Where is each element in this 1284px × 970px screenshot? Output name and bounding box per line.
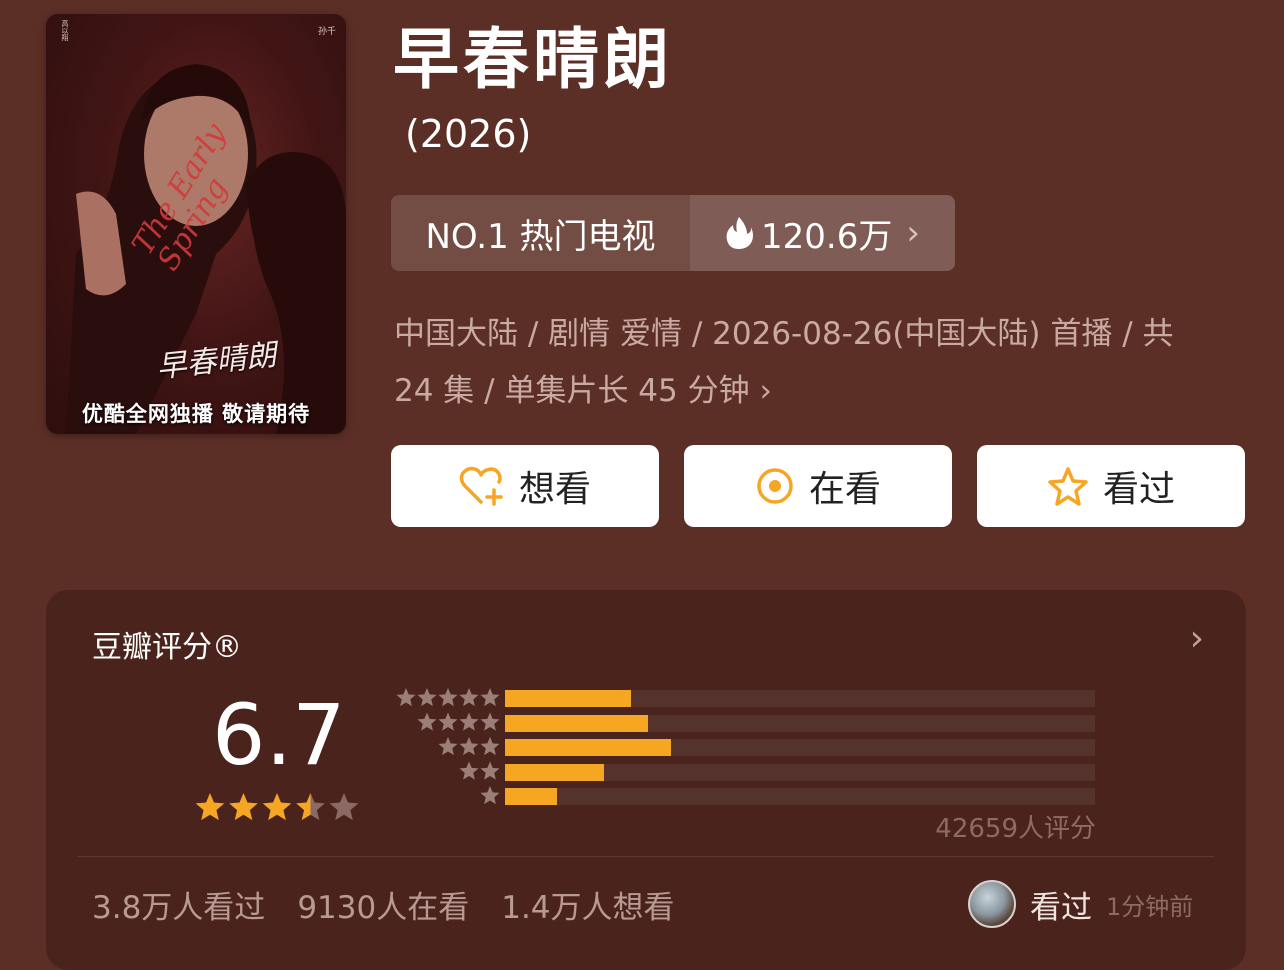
distribution-star bbox=[459, 712, 479, 731]
rating-star bbox=[195, 793, 225, 821]
distribution-star bbox=[417, 712, 437, 731]
distribution-star bbox=[396, 688, 416, 707]
release-year: (2026) bbox=[405, 112, 532, 156]
poster-cast-right: 孙千 bbox=[317, 27, 336, 37]
chevron-right-icon[interactable]: › bbox=[1190, 618, 1204, 659]
divider bbox=[78, 856, 1214, 857]
friend-action: 看过 bbox=[1030, 889, 1092, 926]
watching-label: 在看 bbox=[808, 469, 881, 510]
poster-tagline: 优酷全网独播 敬请期待 bbox=[81, 402, 311, 426]
avatar[interactable] bbox=[968, 880, 1016, 928]
flame-icon bbox=[726, 217, 754, 249]
friend-time: 1分钟前 bbox=[1106, 892, 1194, 921]
rating-bar-2-star bbox=[505, 763, 1095, 781]
rating-title: 豆瓣评分® bbox=[92, 630, 242, 665]
rating-card[interactable]: 豆瓣评分® › 6.7 42659人评分 3.8万人看过 9130人在看 1.4… bbox=[46, 590, 1246, 970]
distribution-star bbox=[417, 688, 437, 707]
meta-line-2-text: 24 集 / 单集片长 45 分钟 bbox=[394, 373, 750, 409]
meta-line-2: 24 集 / 单集片长 45 分钟 › bbox=[394, 363, 1224, 420]
distribution-star bbox=[459, 737, 479, 756]
page-title: 早春晴朗 bbox=[393, 21, 673, 98]
distribution-star bbox=[459, 761, 479, 780]
target-icon bbox=[757, 468, 793, 504]
watched-button[interactable]: 看过 bbox=[977, 445, 1245, 527]
watching-button[interactable]: 在看 bbox=[684, 445, 952, 527]
show-meta[interactable]: 中国大陆 / 剧情 爱情 / 2026-08-26(中国大陆) 首播 / 共 2… bbox=[394, 306, 1224, 420]
rank-label: NO.1 热门电视 bbox=[391, 195, 690, 271]
distribution-star bbox=[459, 688, 479, 707]
rating-bar-fill bbox=[505, 714, 649, 732]
rating-bar-fill bbox=[505, 788, 557, 805]
chevron-right-icon: › bbox=[906, 213, 920, 253]
rating-bar-5-star bbox=[505, 690, 1095, 707]
want-count: 1.4万人想看 bbox=[501, 890, 675, 926]
rating-bar-fill bbox=[505, 690, 632, 707]
distribution-star bbox=[480, 761, 500, 780]
rating-distribution bbox=[505, 690, 1095, 813]
distribution-star bbox=[480, 786, 500, 805]
rating-score: 6.7 bbox=[212, 686, 346, 784]
rating-count: 42659人评分 bbox=[935, 814, 1096, 844]
star-outline-icon bbox=[1048, 467, 1088, 506]
watching-count: 9130人在看 bbox=[297, 890, 470, 926]
want-to-watch-button[interactable]: 想看 bbox=[391, 445, 659, 527]
rating-bar-fill bbox=[505, 763, 604, 781]
rating-star bbox=[229, 793, 258, 821]
rating-star bbox=[296, 793, 325, 821]
rating-bar-4-star bbox=[505, 714, 1095, 732]
meta-line-1: 中国大陆 / 剧情 爱情 / 2026-08-26(中国大陆) 首播 / 共 bbox=[394, 316, 1174, 352]
distribution-star bbox=[438, 737, 458, 756]
distribution-star-labels bbox=[396, 688, 500, 805]
distribution-star bbox=[480, 712, 500, 731]
heat-indicator[interactable]: 120.6万 › bbox=[690, 195, 955, 271]
action-buttons: 想看 在看 看过 bbox=[391, 445, 1245, 527]
distribution-star bbox=[480, 688, 500, 707]
heat-value: 120.6万 bbox=[761, 216, 893, 257]
distribution-star bbox=[480, 737, 500, 756]
friend-activity[interactable]: 看过 1分钟前 bbox=[968, 880, 1193, 928]
meta-chevron-icon: › bbox=[759, 373, 772, 409]
watched-label: 看过 bbox=[1102, 469, 1175, 510]
distribution-star bbox=[438, 712, 458, 731]
heart-plus-icon bbox=[459, 466, 503, 506]
rating-bar-fill bbox=[505, 739, 671, 756]
rating-bar-1-star bbox=[505, 788, 1095, 805]
watch-stats: 3.8万人看过 9130人在看 1.4万人想看 bbox=[92, 882, 675, 927]
rank-badge[interactable]: NO.1 热门电视 120.6万 › bbox=[391, 195, 955, 271]
rating-bar-3-star bbox=[505, 739, 1095, 756]
watched-count: 3.8万人看过 bbox=[92, 890, 266, 926]
rating-star bbox=[329, 793, 359, 821]
poster-cast-left: 高以翔 bbox=[61, 20, 69, 41]
distribution-star bbox=[438, 688, 458, 707]
want-to-watch-label: 想看 bbox=[518, 469, 591, 510]
poster-image[interactable]: 高以翔 孙千 The Early Spring 早春晴朗 优酷全网独播 敬请期待 bbox=[46, 14, 346, 434]
rating-stars bbox=[195, 793, 359, 821]
rating-star bbox=[262, 793, 292, 821]
